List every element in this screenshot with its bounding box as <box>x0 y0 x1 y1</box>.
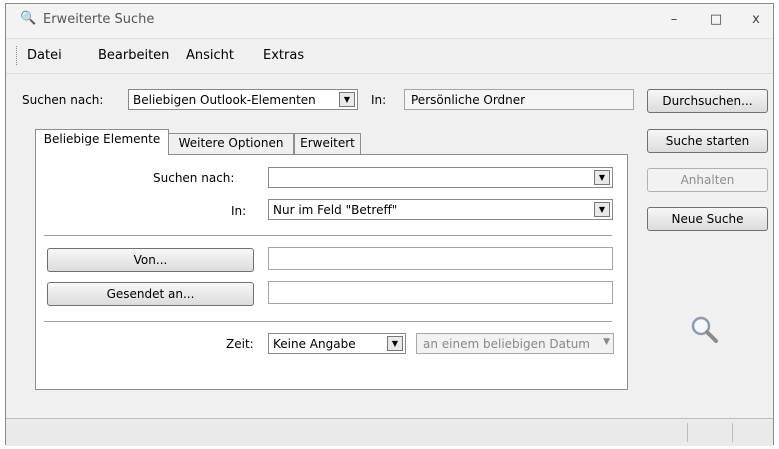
maximize-button[interactable]: □ <box>706 12 726 27</box>
tab-erweitert[interactable]: Erweitert <box>294 133 361 154</box>
magnifier-icon <box>691 316 718 343</box>
search-window-icon: 🔍 <box>20 11 37 26</box>
search-field-select[interactable]: Nur im Feld "Betreff" ▼ <box>268 199 613 220</box>
menu-extras[interactable]: Extras <box>263 48 304 63</box>
close-button[interactable]: x <box>746 12 766 27</box>
stop-button: Anhalten <box>647 168 768 192</box>
minimize-button[interactable]: – <box>664 12 684 27</box>
menu-grip <box>16 46 20 65</box>
tab-panel: Suchen nach: ▼ In: Nur im Feld "Betreff"… <box>35 154 628 390</box>
start-search-button[interactable]: Suche starten <box>647 129 768 153</box>
browse-button[interactable]: Durchsuchen... <box>647 89 768 113</box>
date-select[interactable]: an einem beliebigen Datum ▼ <box>416 333 614 354</box>
chevron-down-icon: ▼ <box>603 337 610 347</box>
from-field[interactable] <box>268 247 613 270</box>
status-divider <box>687 423 688 442</box>
sent-to-field[interactable] <box>268 281 613 304</box>
title-bar: 🔍 Erweiterte Suche – □ x <box>6 4 773 39</box>
new-search-button[interactable]: Neue Suche <box>647 207 768 231</box>
time-select[interactable]: Keine Angabe ▼ <box>268 333 406 354</box>
separator <box>44 321 612 322</box>
status-bar <box>6 418 773 446</box>
menu-ansicht[interactable]: Ansicht <box>186 48 234 63</box>
sent-to-button[interactable]: Gesendet an... <box>47 282 254 306</box>
time-label: Zeit: <box>226 337 254 351</box>
tab-weitere-optionen[interactable]: Weitere Optionen <box>168 133 294 154</box>
from-button[interactable]: Von... <box>47 248 254 272</box>
chevron-down-icon[interactable]: ▼ <box>594 170 610 185</box>
chevron-down-icon: ▼ <box>339 92 355 107</box>
search-field-label: In: <box>231 204 247 218</box>
scope-in-label: In: <box>371 93 387 107</box>
chevron-down-icon: ▼ <box>387 336 403 351</box>
separator <box>44 235 612 236</box>
folder-field: Persönliche Ordner <box>404 89 634 110</box>
search-scope-select[interactable]: Beliebigen Outlook-Elementen ▼ <box>128 89 358 110</box>
chevron-down-icon: ▼ <box>594 202 610 217</box>
menu-datei[interactable]: Datei <box>27 48 62 63</box>
window-title: Erweiterte Suche <box>43 12 155 27</box>
status-divider <box>732 423 733 442</box>
advanced-search-window: 🔍 Erweiterte Suche – □ x Datei Bearbeite… <box>5 3 774 446</box>
menu-bearbeiten[interactable]: Bearbeiten <box>98 48 169 63</box>
search-term-label: Suchen nach: <box>153 171 235 185</box>
search-scope-label: Suchen nach: <box>22 93 104 107</box>
menu-bar: Datei Bearbeiten Ansicht Extras <box>6 39 773 74</box>
search-term-input[interactable]: ▼ <box>268 167 613 188</box>
tab-beliebige-elemente[interactable]: Beliebige Elemente <box>35 129 169 155</box>
